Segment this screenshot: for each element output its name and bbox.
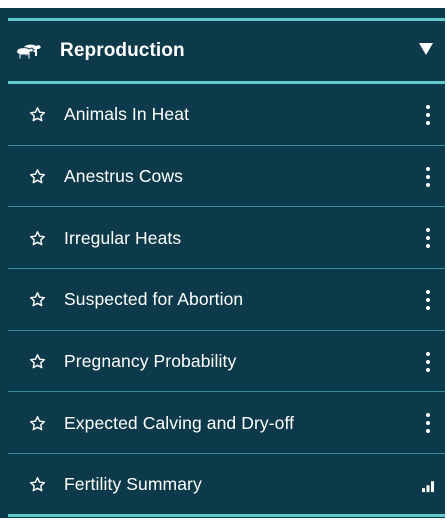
menu-item-expected-calving-and-dry-off[interactable]: Expected Calving and Dry-off [0,392,445,455]
menu-item-anestrus-cows[interactable]: Anestrus Cows [0,146,445,208]
menu-item-label: Suspected for Abortion [64,289,244,310]
menu-item-label: Animals In Heat [64,104,190,125]
star-outline-icon[interactable] [29,353,46,370]
reproduction-menu-panel: Reproduction Animals In Heat Anestrus Co… [0,0,445,523]
menu-item-label: Fertility Summary [64,474,202,495]
star-outline-icon[interactable] [29,230,46,247]
section-title: Reproduction [60,40,185,61]
star-outline-icon[interactable] [29,415,46,432]
kebab-menu-icon[interactable] [421,165,435,189]
star-outline-icon[interactable] [29,291,46,308]
star-outline-icon[interactable] [29,106,46,123]
kebab-menu-icon[interactable] [421,411,435,435]
star-outline-icon[interactable] [29,476,46,493]
section-header-reproduction[interactable]: Reproduction [0,21,445,81]
kebab-menu-icon[interactable] [421,226,435,250]
star-outline-icon[interactable] [29,168,46,185]
menu-item-label: Expected Calving and Dry-off [64,412,295,433]
menu-item-irregular-heats[interactable]: Irregular Heats [0,207,445,270]
menu-item-pregnancy-probability[interactable]: Pregnancy Probability [0,331,445,393]
bar-chart-icon[interactable] [421,480,435,493]
bottom-divider [8,513,445,517]
menu-item-suspected-for-abortion[interactable]: Suspected for Abortion [0,269,445,331]
kebab-menu-icon[interactable] [421,288,435,312]
menu-item-label: Anestrus Cows [64,166,183,187]
menu-item-label: Irregular Heats [64,227,182,248]
menu-item-label: Pregnancy Probability [64,351,237,372]
collapse-caret-icon[interactable] [419,43,433,55]
herd-icon [16,44,41,60]
report-list: Animals In Heat Anestrus Cows Irregular … [0,84,445,517]
menu-item-fertility-summary[interactable]: Fertility Summary [0,454,445,517]
kebab-menu-icon[interactable] [421,103,435,127]
menu-item-animals-in-heat[interactable]: Animals In Heat [0,84,445,146]
kebab-menu-icon[interactable] [421,350,435,374]
